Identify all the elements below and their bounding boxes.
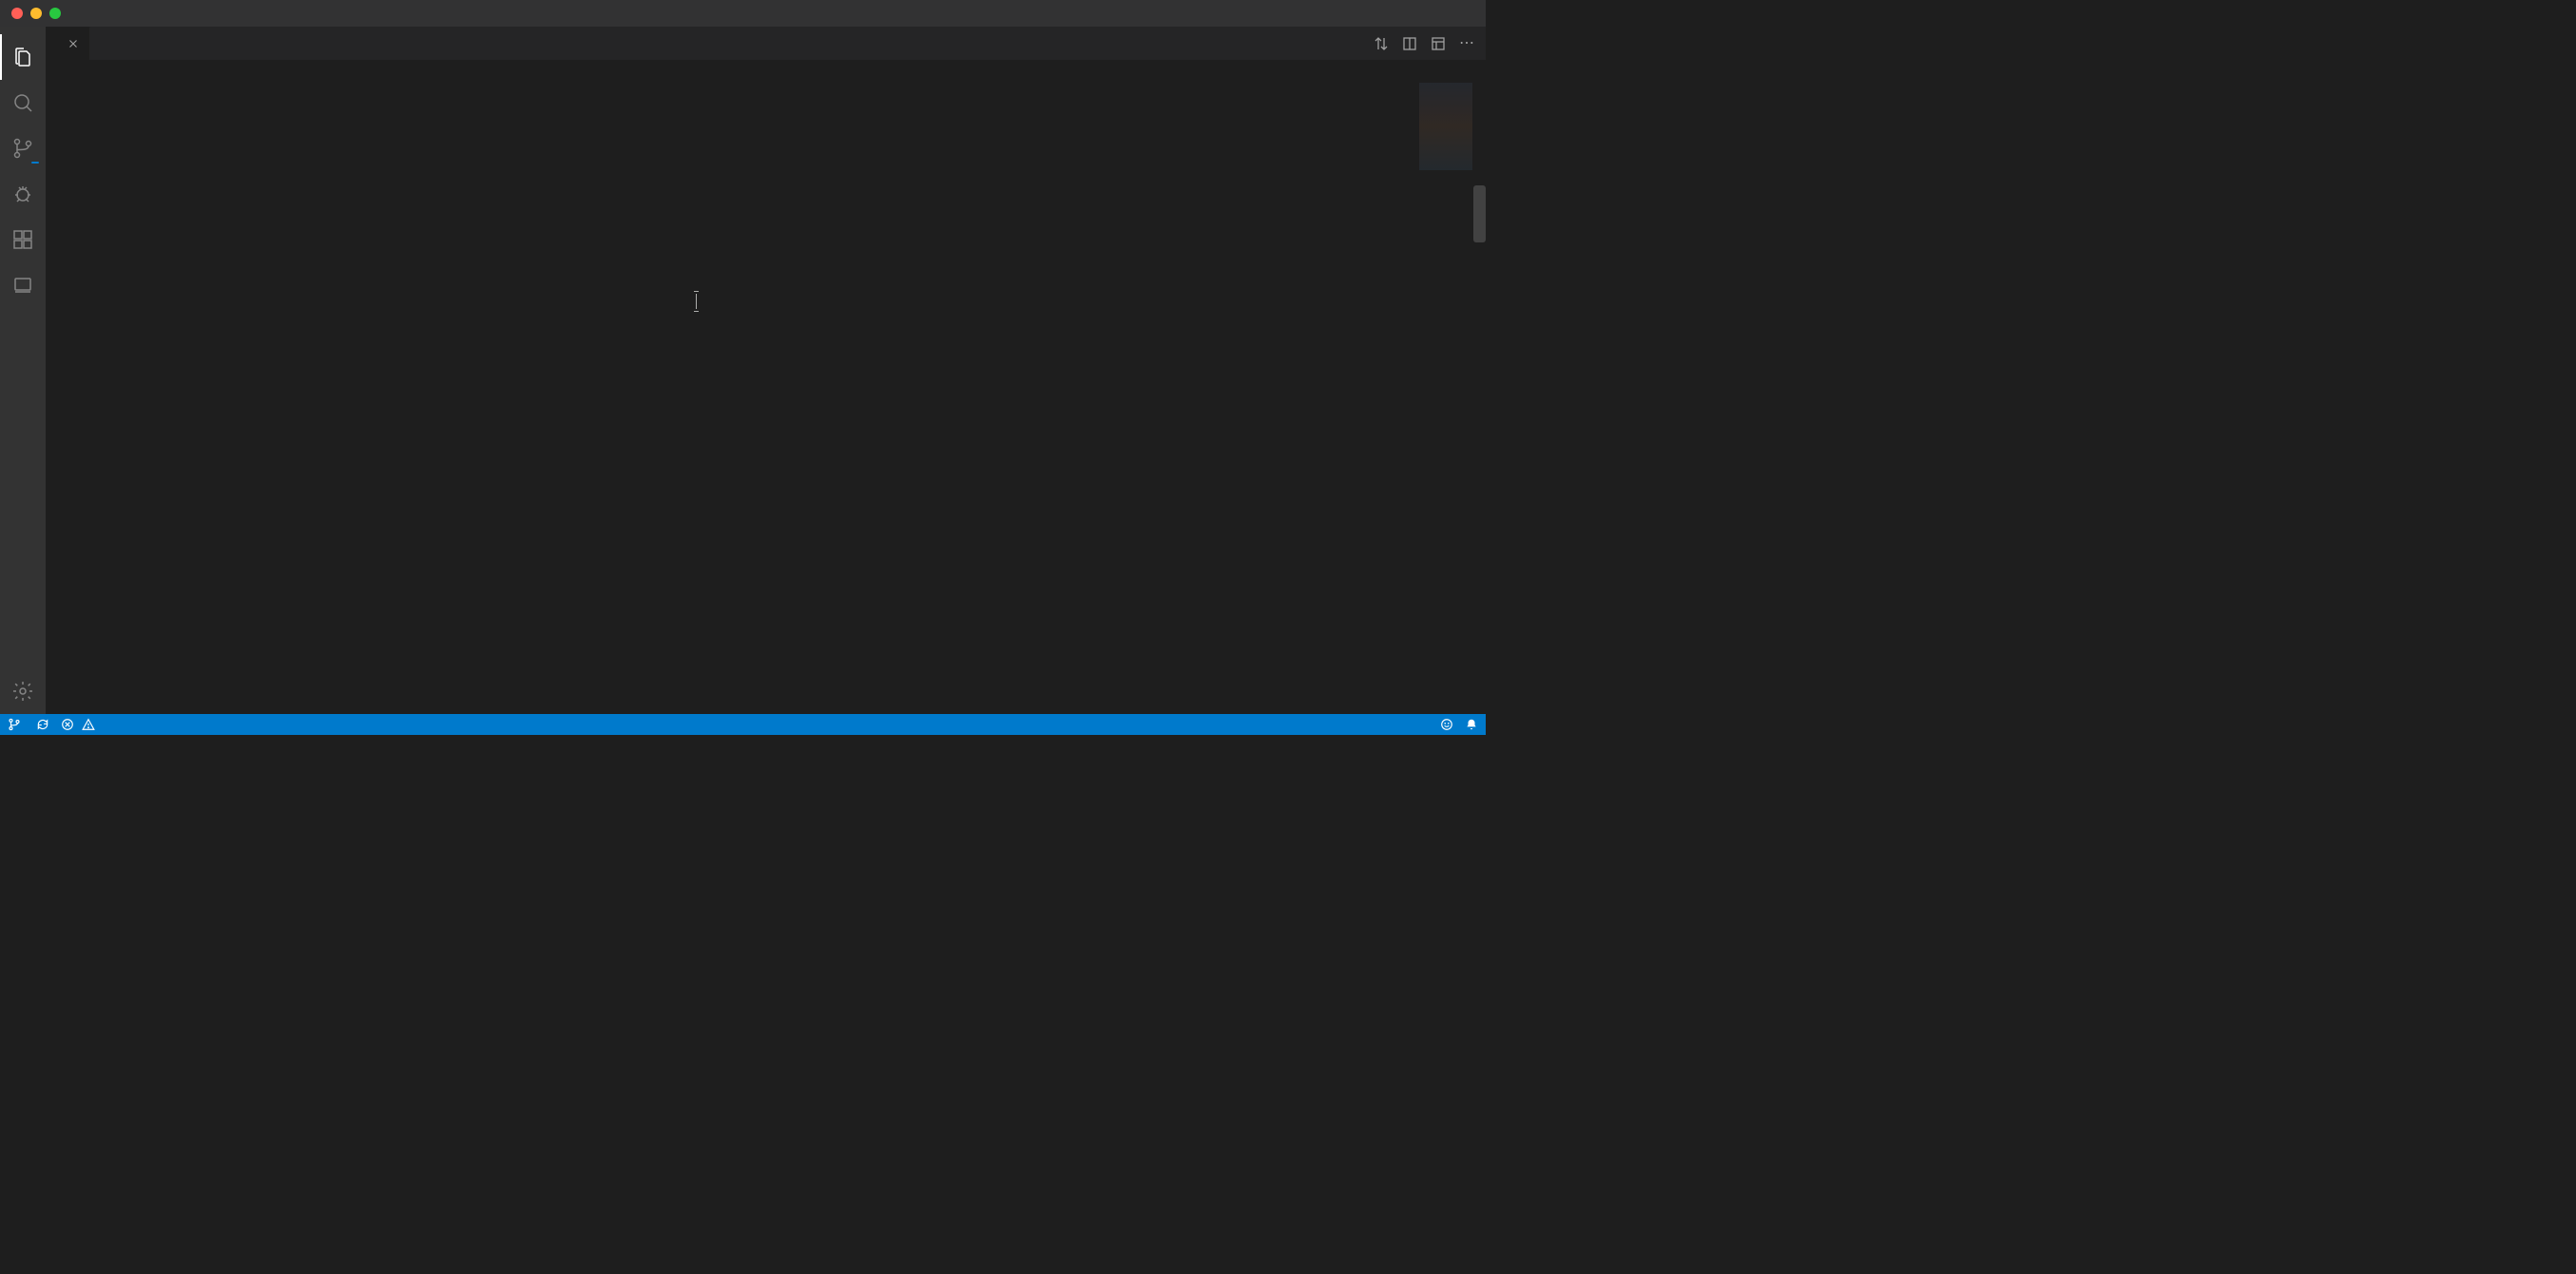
split-icon[interactable]: [1402, 36, 1417, 51]
search-icon: [11, 91, 34, 114]
smiley-icon: [1440, 718, 1453, 731]
settings-activity[interactable]: [0, 668, 46, 714]
scm-badge: [31, 162, 39, 164]
docker-activity[interactable]: [0, 262, 46, 308]
minimap[interactable]: [1419, 83, 1472, 170]
branch-icon: [8, 718, 21, 731]
files-icon: [11, 46, 34, 68]
sync-icon: [36, 718, 49, 731]
text-cursor: [696, 294, 697, 309]
explorer-activity[interactable]: [0, 34, 46, 80]
error-icon: [61, 718, 74, 731]
status-feedback[interactable]: [1440, 718, 1453, 731]
title-bar: [0, 0, 1486, 27]
more-icon[interactable]: ⋯: [1459, 36, 1474, 51]
status-branch[interactable]: [8, 718, 25, 731]
tab-bar: ⋯: [46, 27, 1486, 60]
extensions-activity[interactable]: [0, 217, 46, 262]
screen-icon: [11, 274, 34, 297]
bell-icon: [1465, 718, 1478, 731]
maximize-window-button[interactable]: [49, 8, 61, 19]
branch-icon: [11, 137, 34, 160]
warning-icon: [82, 718, 95, 731]
extensions-icon: [11, 228, 34, 251]
line-gutter: [46, 81, 106, 714]
minimize-window-button[interactable]: [30, 8, 42, 19]
status-sync[interactable]: [36, 718, 49, 731]
activity-bar: [0, 27, 46, 714]
traffic-lights: [0, 8, 61, 19]
editor-body[interactable]: [46, 81, 1486, 714]
code-content[interactable]: [106, 81, 1486, 714]
compare-icon[interactable]: [1374, 36, 1389, 51]
editor-actions: ⋯: [1362, 27, 1486, 60]
scm-activity[interactable]: [0, 125, 46, 171]
breadcrumb[interactable]: [46, 60, 1486, 81]
close-tab-button[interactable]: [67, 37, 80, 50]
debug-activity[interactable]: [0, 171, 46, 217]
tab-jenkins-deployment[interactable]: [46, 27, 90, 60]
scrollbar-thumb[interactable]: [1473, 185, 1486, 242]
status-notifications[interactable]: [1465, 718, 1478, 731]
search-activity[interactable]: [0, 80, 46, 125]
status-problems[interactable]: [61, 718, 99, 731]
close-icon: [67, 37, 80, 50]
status-bar: [0, 714, 1486, 735]
layout-icon[interactable]: [1431, 36, 1446, 51]
close-window-button[interactable]: [11, 8, 23, 19]
gear-icon: [11, 680, 34, 703]
bug-icon: [11, 183, 34, 205]
